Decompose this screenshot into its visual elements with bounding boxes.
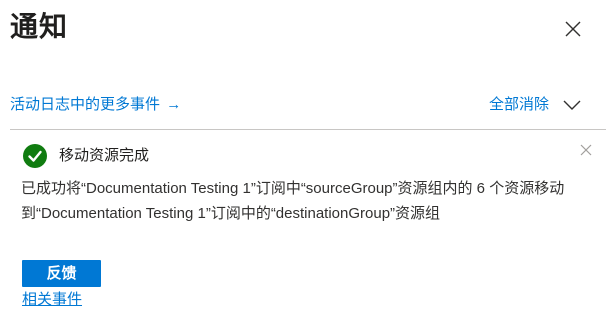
dismiss-notification-button[interactable] (578, 142, 594, 158)
notification-card: 移动资源完成 已成功将“Documentation Testing 1”订阅中“… (10, 131, 606, 325)
close-icon (565, 21, 581, 37)
divider (10, 129, 606, 130)
expand-button[interactable] (561, 97, 583, 113)
page-title: 通知 (10, 11, 69, 42)
chevron-down-icon (563, 100, 581, 110)
notification-title: 移动资源完成 (59, 147, 150, 164)
activity-log-link-label: 活动日志中的更多事件 (10, 96, 161, 113)
arrow-right-icon: → (166, 96, 182, 113)
dismiss-all-button[interactable]: 全部消除 (489, 94, 549, 116)
checkmark-circle-icon (23, 144, 47, 168)
activity-log-link[interactable]: 活动日志中的更多事件 → (10, 94, 181, 116)
dismiss-icon (580, 144, 592, 156)
notifications-panel: 通知 活动日志中的更多事件 → 全部消除 移动资源完成 已成功将“Documen… (0, 0, 606, 325)
related-events-link[interactable]: 相关事件 (22, 289, 82, 311)
feedback-button[interactable]: 反馈 (22, 260, 101, 287)
notification-message: 已成功将“Documentation Testing 1”订阅中“sourceG… (21, 180, 565, 222)
close-button[interactable] (560, 16, 586, 42)
